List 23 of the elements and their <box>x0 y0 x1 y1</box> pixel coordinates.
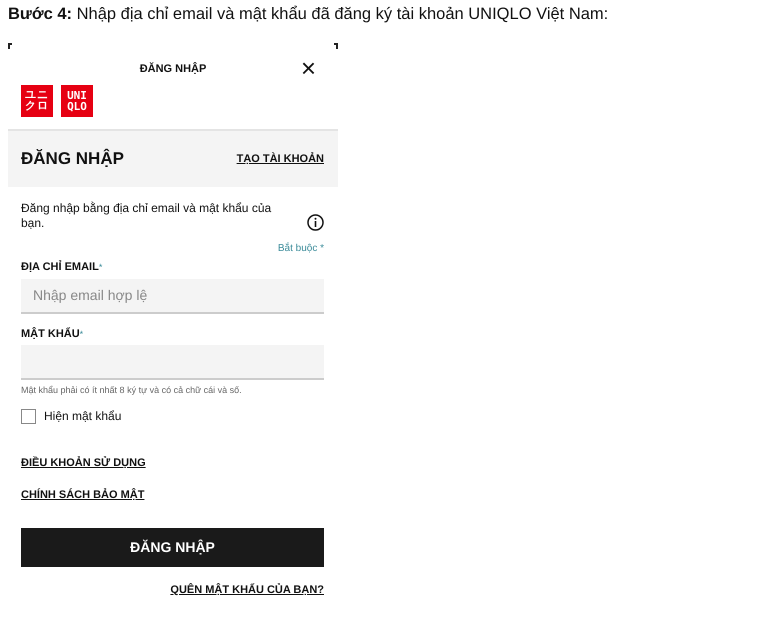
required-asterisk: * <box>80 328 84 341</box>
privacy-link[interactable]: CHÍNH SÁCH BẢO MẬT <box>21 488 144 501</box>
terms-link[interactable]: ĐIỀU KHOẢN SỬ DỤNG <box>21 456 146 469</box>
intro-text: Đăng nhập bằng địa chỉ email và mật khẩu của bạn. <box>21 200 272 231</box>
info-icon[interactable] <box>307 214 324 231</box>
required-asterisk: * <box>98 260 102 274</box>
field-label: MẬT KHẨU <box>21 328 80 342</box>
logo-katakana: ユニ クロ <box>21 85 53 118</box>
close-button[interactable]: × <box>300 55 316 82</box>
header-title: ĐĂNG NHẬP <box>140 63 206 76</box>
password-hint: Mật khẩu phải có ít nhất 8 ký tự và có cả chữ cái và số. <box>21 385 243 397</box>
required-note: Bắt buộc * <box>278 242 324 254</box>
email-field[interactable]: Nhập email hợp lệ <box>21 278 324 314</box>
forgot-password-link[interactable]: QUÊN MẬT KHẨU CỦA BẠN? <box>170 584 324 596</box>
checkbox-label: Hiện mật khẩu <box>44 408 122 424</box>
field-label: ĐỊA CHỈ EMAIL <box>21 260 99 275</box>
login-button[interactable]: ĐĂNG NHẬP <box>21 528 324 567</box>
step-instruction: Bước 4: Nhập địa chỉ email và mật khẩu đã đăng ký tài khoản UNIQLO Việt Nam: <box>7 4 610 25</box>
page-heading: ĐĂNG NHẬP <box>21 148 124 170</box>
create-account-link[interactable]: TẠO TÀI KHOẢN <box>236 152 324 166</box>
password-field[interactable] <box>21 345 324 380</box>
show-password-checkbox[interactable] <box>21 408 36 424</box>
logo-wordmark: UNI QLO <box>61 85 93 118</box>
